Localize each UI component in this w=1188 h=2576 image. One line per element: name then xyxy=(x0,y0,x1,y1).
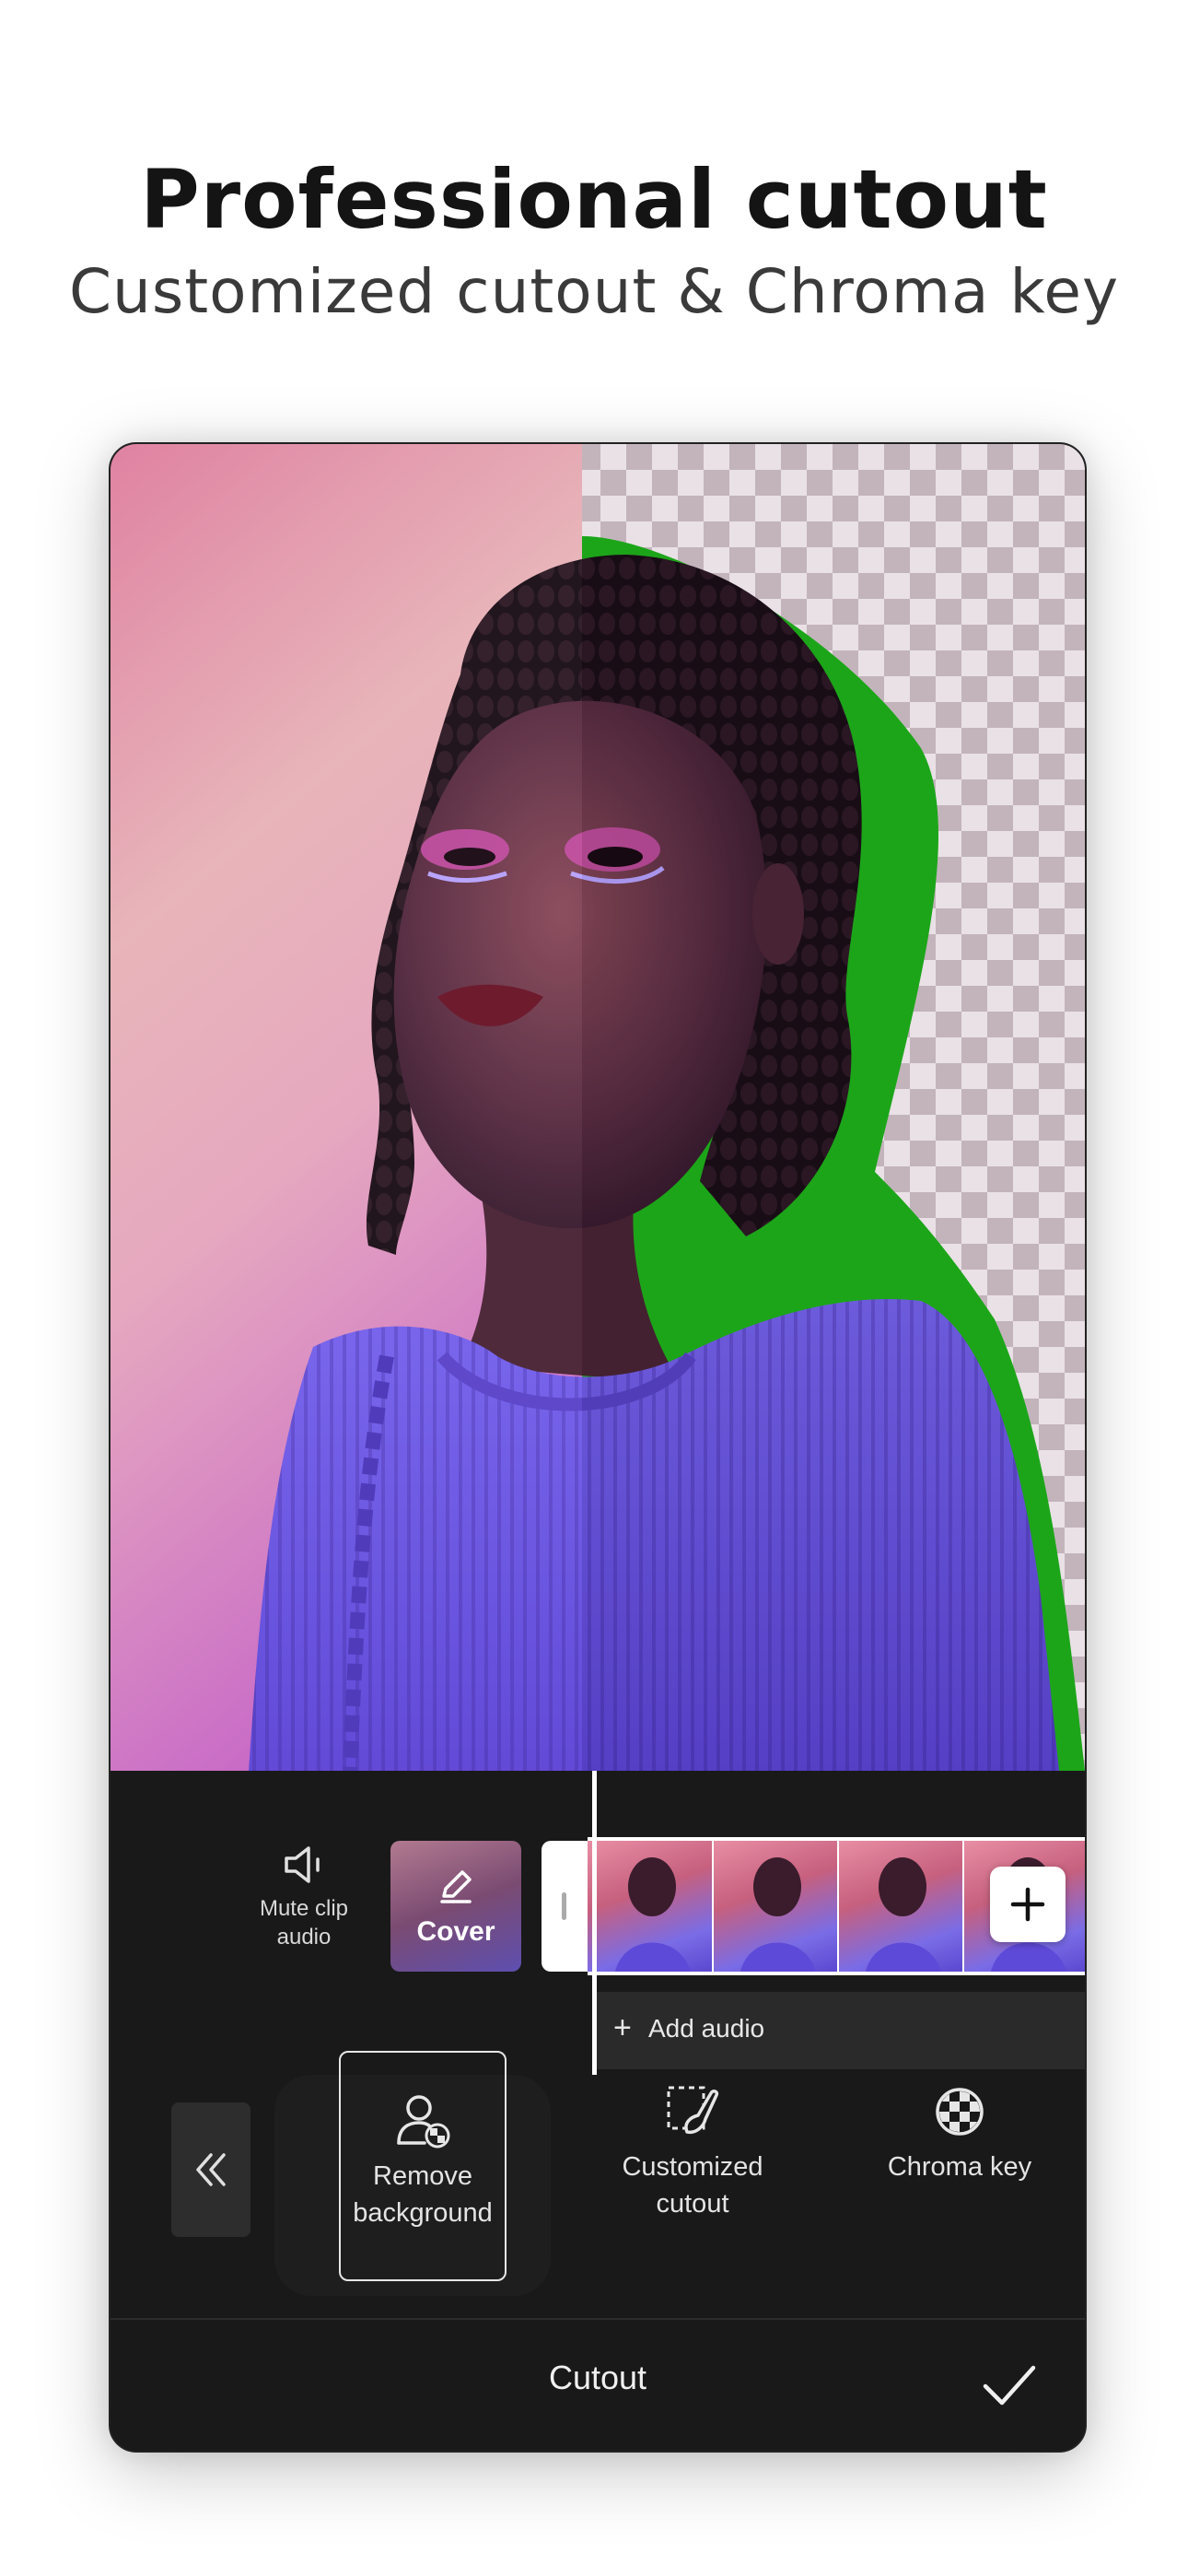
add-clip-button[interactable] xyxy=(990,1867,1066,1942)
customized-cutout-button[interactable]: Customized cutout xyxy=(600,2082,785,2222)
mute-clip-audio-button[interactable]: Mute clip audio xyxy=(230,1844,378,1951)
remove-background-icon xyxy=(397,2095,450,2149)
video-preview[interactable] xyxy=(111,444,1085,1771)
brush-cutout-icon xyxy=(667,2086,719,2135)
subheadline: Customized cutout & Chroma key xyxy=(68,256,1120,327)
trim-handle-grip xyxy=(562,1892,566,1920)
timeline-area: Mute clip audio Cover + Add audio xyxy=(111,1771,1085,2080)
headline: Professional cutout xyxy=(140,152,1048,247)
preview-image xyxy=(111,444,1085,1771)
customized-cutout-label-line1: Customized xyxy=(622,2152,763,2182)
plus-icon xyxy=(1010,1887,1045,1922)
cover-button[interactable]: Cover xyxy=(390,1841,521,1972)
playhead[interactable] xyxy=(592,1771,597,2080)
remove-background-button[interactable]: Remove background xyxy=(339,2051,507,2281)
add-audio-label: Add audio xyxy=(648,2014,765,2043)
chroma-key-button[interactable]: Chroma key xyxy=(858,2082,1061,2185)
bottom-bar: Cutout xyxy=(111,2318,1085,2451)
clip-trim-handle[interactable] xyxy=(542,1841,588,1972)
speaker-icon xyxy=(285,1846,320,1883)
cutout-tools: Remove background Customized cutout Chro… xyxy=(111,2051,1085,2336)
chroma-key-icon xyxy=(936,2088,984,2136)
collapse-back-button[interactable] xyxy=(171,2102,250,2237)
remove-background-label-line2: background xyxy=(353,2198,493,2228)
cover-label: Cover xyxy=(416,1916,495,1947)
add-audio-plus-icon: + xyxy=(613,2010,632,2045)
double-chevron-left-icon xyxy=(196,2153,226,2186)
phone-frame: Mute clip audio Cover + Add audio Remove… xyxy=(109,442,1087,2453)
add-audio-button[interactable]: + Add audio xyxy=(597,1992,1085,2069)
mute-clip-label-line1: Mute clip xyxy=(259,1896,349,1921)
remove-background-label-line1: Remove xyxy=(373,2161,472,2191)
customized-cutout-label-line2: cutout xyxy=(656,2189,729,2219)
confirm-check-icon[interactable] xyxy=(980,2357,1039,2416)
mute-clip-label-line2: audio xyxy=(276,1925,332,1950)
chroma-key-label: Chroma key xyxy=(887,2152,1032,2182)
pencil-icon xyxy=(440,1870,472,1903)
bottom-bar-title: Cutout xyxy=(548,2359,647,2396)
